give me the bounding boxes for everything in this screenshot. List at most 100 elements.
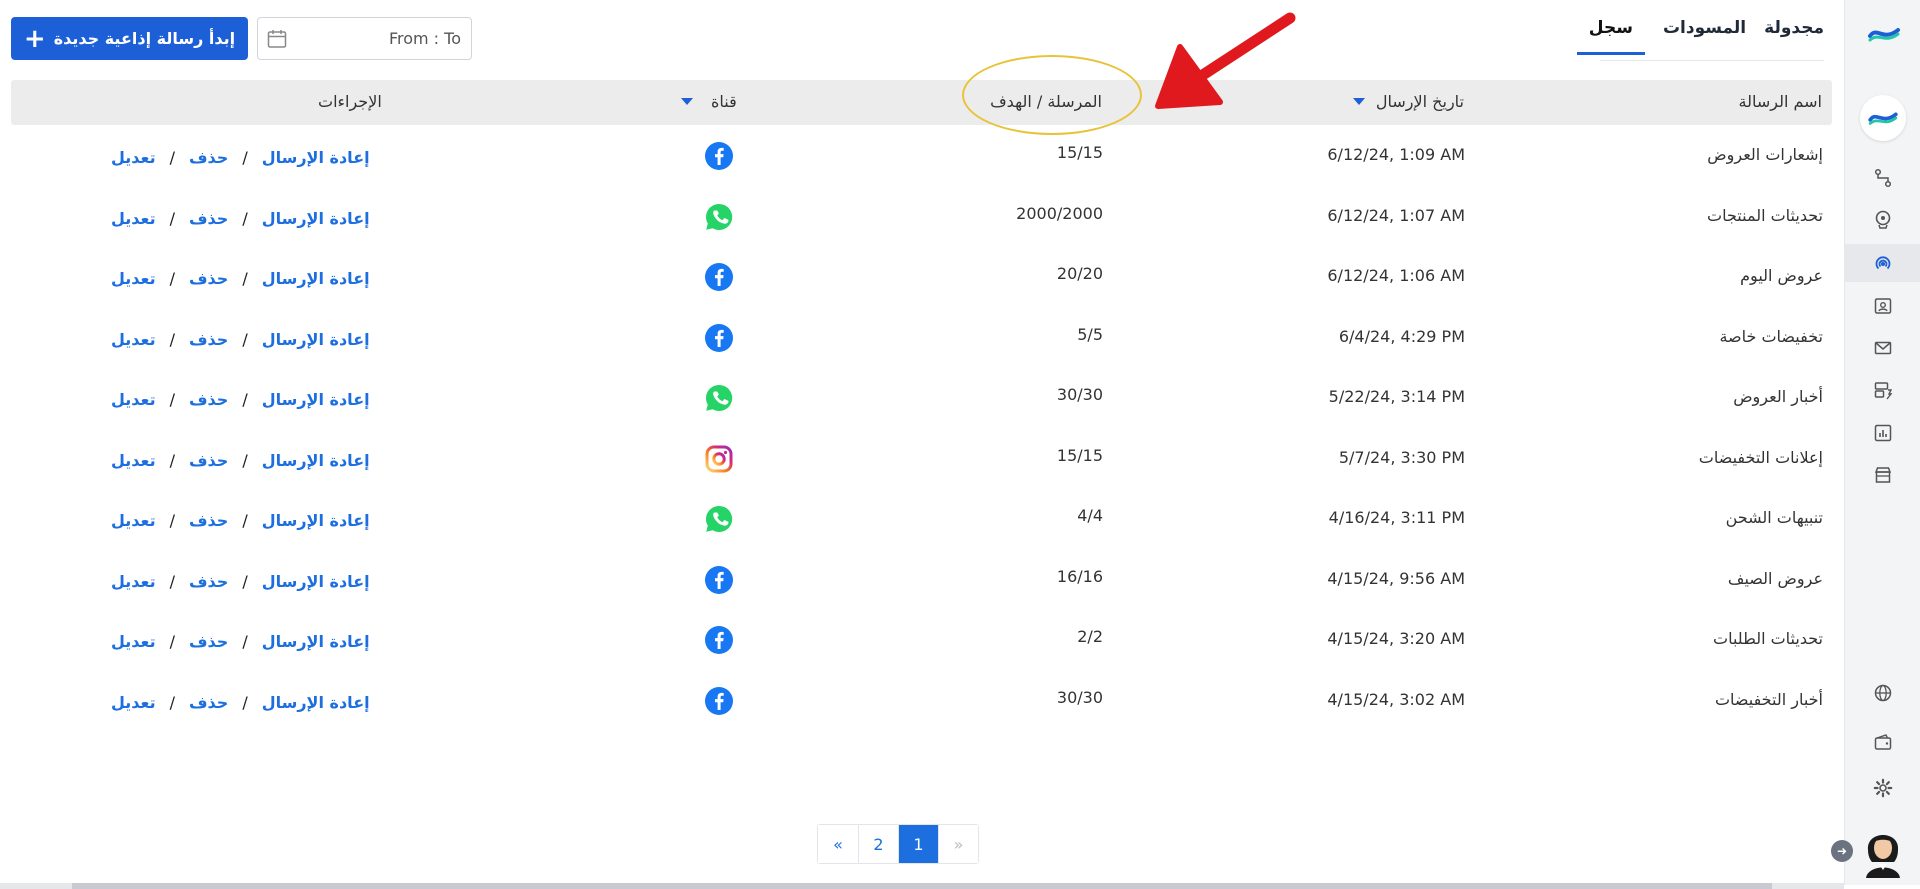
delete-link[interactable]: حذف [189,451,228,470]
delete-link[interactable]: حذف [189,148,228,167]
date-range-input[interactable]: From : To [257,17,472,60]
delete-link[interactable]: حذف [189,330,228,349]
bot-icon[interactable] [1871,207,1895,231]
resend-link[interactable]: إعادة الإرسال [262,632,370,651]
row-sent-target: 16/16 [1056,566,1103,586]
pagination-page-2[interactable]: 2 [858,825,898,863]
action-separator: / [242,208,248,228]
store-icon[interactable] [1871,463,1895,487]
annotation-arrow-icon [1155,12,1296,109]
action-separator: / [242,632,248,651]
edit-link[interactable]: تعديل [111,451,156,470]
edit-link[interactable]: تعديل [111,209,156,228]
facebook-icon [704,625,734,655]
edit-link[interactable]: تعديل [111,632,156,651]
broadcast-logo-icon[interactable] [1860,95,1906,141]
delete-link[interactable]: حذف [189,572,228,591]
action-separator: / [169,571,175,591]
row-actions: إعادة الإرسال / حذف / تعديل [111,209,370,228]
collapse-sidebar-button[interactable]: ➜ [1831,840,1853,862]
tab-drafts[interactable]: المسودات [1663,10,1746,52]
resend-link[interactable]: إعادة الإرسال [262,269,370,288]
table-row: أخبار العروض 5/22/24, 3:14 PM 30/30 إعادة ا… [11,375,1832,435]
row-date: 4/15/24, 9:56 AM [1327,568,1465,588]
table-row: تخفيضات خاصة 6/4/24, 4:29 PM 5/5 إعادة الإر… [11,315,1832,375]
sort-date-caret-icon[interactable] [1353,98,1365,105]
resend-link[interactable]: إعادة الإرسال [262,511,370,530]
row-sent-target: 2/2 [1077,627,1103,646]
action-separator: / [242,148,248,167]
row-name: تحديثات المنتجات [1707,205,1823,225]
row-actions: إعادة الإرسال / حذف / تعديل [111,451,370,470]
action-separator: / [242,390,248,409]
delete-link[interactable]: حذف [189,390,228,409]
mail-icon[interactable] [1871,336,1895,360]
edit-link[interactable]: تعديل [111,269,156,288]
delete-link[interactable]: حذف [189,269,228,288]
globe-icon[interactable] [1871,681,1895,705]
date-range-placeholder: From : To [388,29,461,48]
row-date: 4/15/24, 3:20 AM [1327,629,1465,648]
delete-link[interactable]: حذف [189,511,228,530]
logo-icon[interactable] [1867,22,1901,46]
analytics-icon[interactable] [1871,421,1895,445]
edit-link[interactable]: تعديل [111,572,156,591]
filter-channel-caret-icon[interactable] [681,98,693,105]
templates-icon[interactable] [1871,378,1895,402]
new-broadcast-label: إبدأ رسالة إذاعية جديدة [53,29,236,48]
delete-link[interactable]: حذف [189,693,228,712]
wallet-icon[interactable] [1871,730,1895,754]
table-row: تنبيهات الشحن 4/16/24, 3:11 PM 4/4 إعادة ال… [11,496,1832,556]
action-separator: / [169,329,175,349]
edit-link[interactable]: تعديل [111,390,156,409]
delete-link[interactable]: حذف [189,209,228,228]
row-name: أخبار العروض [1733,387,1823,406]
row-date: 5/22/24, 3:14 PM [1328,387,1465,406]
annotation-circle [962,55,1142,135]
resend-link[interactable]: إعادة الإرسال [262,209,370,228]
scrollbar-thumb[interactable] [72,883,1772,889]
flow-icon[interactable] [1871,166,1895,190]
header-actions: الإجراءات [318,92,382,111]
pagination-next[interactable]: » [938,825,978,863]
resend-link[interactable]: إعادة الإرسال [262,451,370,470]
broadcast-icon[interactable] [1871,251,1895,275]
row-name: عروض الصيف [1727,568,1823,588]
table-row: إعلانات التخفيضات 5/7/24, 3:30 PM 15/15 إعا… [11,436,1832,496]
row-date: 6/12/24, 1:09 AM [1327,145,1465,164]
facebook-icon [704,323,734,353]
gear-icon[interactable] [1871,776,1895,800]
action-separator: / [242,571,248,591]
resend-link[interactable]: إعادة الإرسال [262,390,370,409]
edit-link[interactable]: تعديل [111,148,156,167]
row-actions: إعادة الإرسال / حذف / تعديل [111,511,370,530]
new-broadcast-button[interactable]: + إبدأ رسالة إذاعية جديدة [11,17,248,60]
header-date[interactable]: تاريخ الإرسال [1376,92,1464,111]
delete-link[interactable]: حذف [189,632,228,651]
resend-link[interactable]: إعادة الإرسال [262,148,370,167]
resend-link[interactable]: إعادة الإرسال [262,330,370,349]
edit-link[interactable]: تعديل [111,511,156,530]
pagination-page-1[interactable]: 1 [898,825,938,863]
tab-history[interactable]: سجل [1576,10,1645,55]
avatar[interactable] [1858,822,1908,878]
contacts-icon[interactable] [1871,294,1895,318]
row-actions: إعادة الإرسال / حذف / تعديل [111,269,370,288]
table-row: عروض الصيف 4/15/24, 9:56 AM 16/16 إعادة الإ… [11,557,1832,617]
row-name: تخفيضات خاصة [1719,326,1823,346]
plus-icon: + [23,23,46,54]
row-name: تنبيهات الشحن [1725,508,1823,527]
row-name: تحديثات الطلبات [1713,629,1823,648]
resend-link[interactable]: إعادة الإرسال [262,572,370,591]
resend-link[interactable]: إعادة الإرسال [262,693,370,712]
pagination: « 2 1 » [817,824,979,864]
pagination-prev[interactable]: « [818,825,858,863]
edit-link[interactable]: تعديل [111,330,156,349]
tab-scheduled[interactable]: مجدولة [1764,10,1824,52]
row-sent-target: 30/30 [1056,385,1103,404]
row-name: إعلانات التخفيضات [1698,447,1823,467]
horizontal-scrollbar[interactable] [0,883,1844,889]
action-separator: / [169,269,175,288]
edit-link[interactable]: تعديل [111,693,156,712]
table-row: تحديثات الطلبات 4/15/24, 3:20 AM 2/2 إعادة … [11,617,1832,677]
